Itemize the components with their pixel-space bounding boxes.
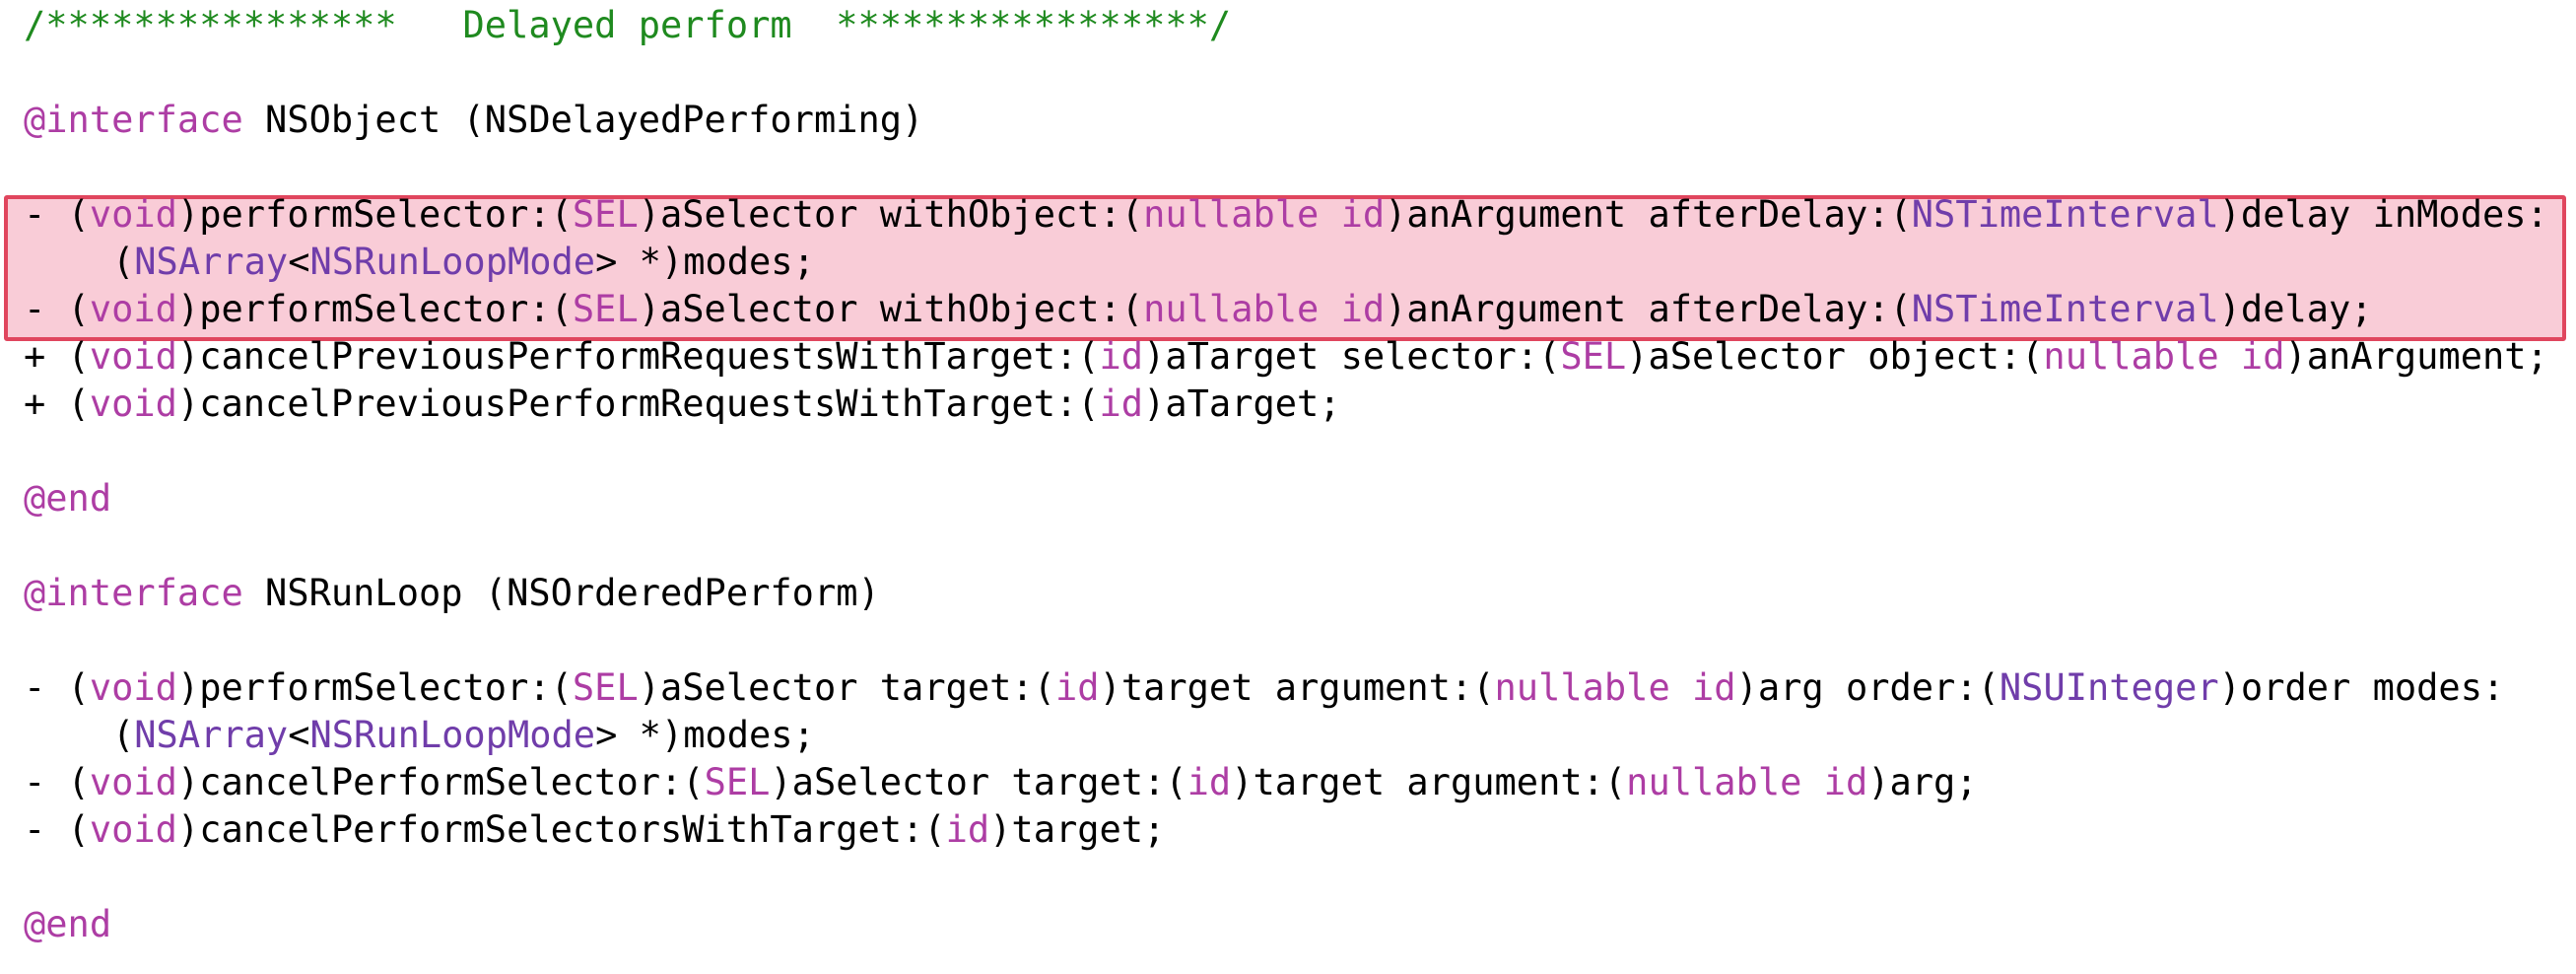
code-token: id [1823, 761, 1868, 803]
code-token: id [1099, 383, 1144, 425]
code-token: void [89, 808, 177, 851]
code-token: id [2240, 335, 2285, 378]
code-line: @end [24, 901, 111, 948]
code-editor[interactable]: /**************** Delayed perform ******… [0, 0, 2576, 974]
code-token: )aSelector withObject:( [638, 193, 1144, 236]
code-token: id [1186, 761, 1232, 803]
code-token: nullable [1494, 666, 1670, 709]
code-token: )performSelector:( [176, 193, 573, 236]
code-token: id [1054, 666, 1100, 709]
code-token: NSRunLoopMode [309, 241, 596, 283]
code-token: )aTarget; [1143, 383, 1341, 425]
code-token: )performSelector:( [176, 288, 573, 330]
code-token: SEL [572, 288, 639, 330]
code-token: void [89, 761, 177, 803]
code-token: id [945, 808, 990, 851]
code-token: ( [112, 241, 135, 283]
code-line: - (void)cancelPerformSelectorsWithTarget… [24, 806, 1165, 854]
code-token: nullable [1143, 193, 1320, 236]
code-token: )arg; [1867, 761, 1978, 803]
code-token: NSArray [134, 241, 289, 283]
code-token: > *)modes; [595, 714, 815, 756]
code-token: > *)modes; [595, 241, 815, 283]
code-token: id [1340, 193, 1386, 236]
code-token: - ( [24, 193, 90, 236]
code-token: - ( [24, 808, 90, 851]
code-token: - ( [24, 666, 90, 709]
code-token: < [288, 714, 310, 756]
code-line: + (void)cancelPreviousPerformRequestsWit… [24, 333, 2548, 381]
code-token: )aSelector target:( [638, 666, 1055, 709]
code-token: NSTimeInterval [1911, 288, 2219, 330]
code-line: (NSArray<NSRunLoopMode> *)modes; [112, 239, 815, 286]
code-line: @end [24, 475, 111, 522]
code-line: - (void)performSelector:(SEL)aSelector w… [24, 191, 2548, 239]
code-token: nullable [2043, 335, 2219, 378]
code-token: id [1340, 288, 1386, 330]
code-token: )cancelPreviousPerformRequestsWithTarget… [176, 335, 1100, 378]
code-token: void [89, 335, 177, 378]
code-token: )aSelector object:( [1626, 335, 2044, 378]
code-token: id [1692, 666, 1736, 709]
code-token: )aSelector withObject:( [638, 288, 1144, 330]
code-token: )delay; [2218, 288, 2373, 330]
code-token: @interface [24, 99, 243, 141]
code-token: @interface [24, 572, 243, 614]
code-line: /**************** Delayed perform ******… [24, 2, 1231, 49]
code-token: )delay inModes: [2218, 193, 2548, 236]
code-token: NSTimeInterval [1911, 193, 2219, 236]
code-token: )order modes: [2218, 666, 2505, 709]
code-token: NSArray [134, 714, 289, 756]
code-token: )anArgument afterDelay:( [1385, 288, 1912, 330]
code-token: - ( [24, 288, 90, 330]
code-token: NSRunLoop (NSOrderedPerform) [242, 572, 880, 614]
code-token: nullable [1143, 288, 1320, 330]
code-token: NSUInteger [1999, 666, 2219, 709]
code-line: - (void)cancelPerformSelector:(SEL)aSele… [24, 759, 1978, 806]
code-token: SEL [1560, 335, 1627, 378]
code-token: NSRunLoopMode [309, 714, 596, 756]
code-line: (NSArray<NSRunLoopMode> *)modes; [112, 712, 815, 759]
code-line: @interface NSObject (NSDelayedPerforming… [24, 97, 923, 144]
code-line: - (void)performSelector:(SEL)aSelector w… [24, 286, 2373, 333]
code-token: )anArgument; [2284, 335, 2548, 378]
code-token: void [89, 383, 177, 425]
code-token: id [1099, 335, 1144, 378]
code-token: )cancelPerformSelector:( [176, 761, 705, 803]
code-token: NSObject (NSDelayedPerforming) [242, 99, 924, 141]
code-token: )aSelector target:( [770, 761, 1187, 803]
code-token: )target argument:( [1231, 761, 1627, 803]
code-token: )target argument:( [1099, 666, 1495, 709]
code-token: @end [24, 477, 112, 520]
code-token: + ( [24, 335, 90, 378]
code-token: SEL [704, 761, 771, 803]
code-token: )cancelPerformSelectorsWithTarget:( [176, 808, 946, 851]
code-token: @end [24, 903, 112, 945]
code-token: void [89, 666, 177, 709]
code-token: void [89, 193, 177, 236]
code-token: )anArgument afterDelay:( [1385, 193, 1912, 236]
code-token: )arg order:( [1735, 666, 2000, 709]
code-token: < [288, 241, 310, 283]
code-token: /**************** Delayed perform ******… [24, 4, 1232, 46]
code-token: )target; [989, 808, 1166, 851]
code-token: - ( [24, 761, 90, 803]
code-token: ( [112, 714, 135, 756]
code-token: )performSelector:( [176, 666, 573, 709]
code-token: SEL [572, 193, 639, 236]
code-token: nullable [1626, 761, 1802, 803]
code-line: @interface NSRunLoop (NSOrderedPerform) [24, 570, 880, 617]
code-token: )aTarget selector:( [1143, 335, 1561, 378]
code-token: + ( [24, 383, 90, 425]
code-token: SEL [572, 666, 639, 709]
code-token: )cancelPreviousPerformRequestsWithTarget… [176, 383, 1100, 425]
code-line: + (void)cancelPreviousPerformRequestsWit… [24, 381, 1341, 428]
code-line: - (void)performSelector:(SEL)aSelector t… [24, 664, 2504, 712]
code-token: void [89, 288, 177, 330]
